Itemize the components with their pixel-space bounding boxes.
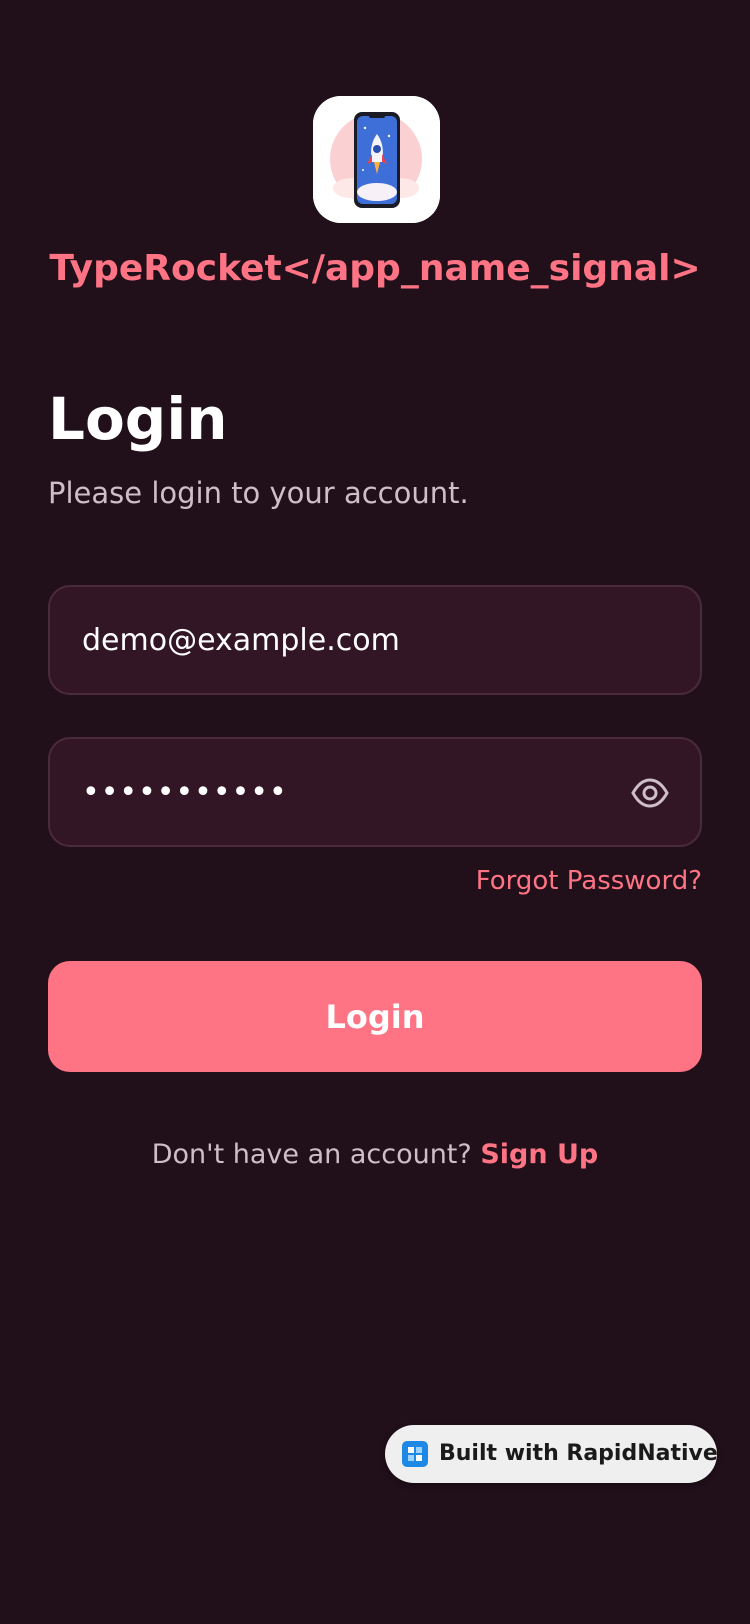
password-field[interactable] <box>48 737 702 847</box>
login-button[interactable]: Login <box>48 961 702 1072</box>
password-input[interactable] <box>82 739 602 845</box>
rocket-phone-icon <box>313 96 440 223</box>
email-input[interactable] <box>82 587 602 693</box>
badge-label: Built with RapidNative <box>439 1441 718 1466</box>
built-with-badge[interactable]: Built with RapidNative <box>385 1425 718 1483</box>
forgot-password-link[interactable]: Forgot Password? <box>476 866 702 896</box>
rapidnative-logo-icon <box>402 1441 428 1467</box>
signup-row: Don't have an account? Sign Up <box>0 1139 750 1170</box>
page-subtitle: Please login to your account. <box>48 476 469 510</box>
eye-icon[interactable] <box>630 773 670 813</box>
signup-prompt: Don't have an account? <box>151 1139 472 1170</box>
app-logo <box>313 96 440 223</box>
email-field[interactable] <box>48 585 702 695</box>
page-title: Login <box>48 385 228 453</box>
app-name: TypeRocket</app_name_signal> <box>49 248 701 289</box>
signup-link[interactable]: Sign Up <box>480 1139 598 1170</box>
